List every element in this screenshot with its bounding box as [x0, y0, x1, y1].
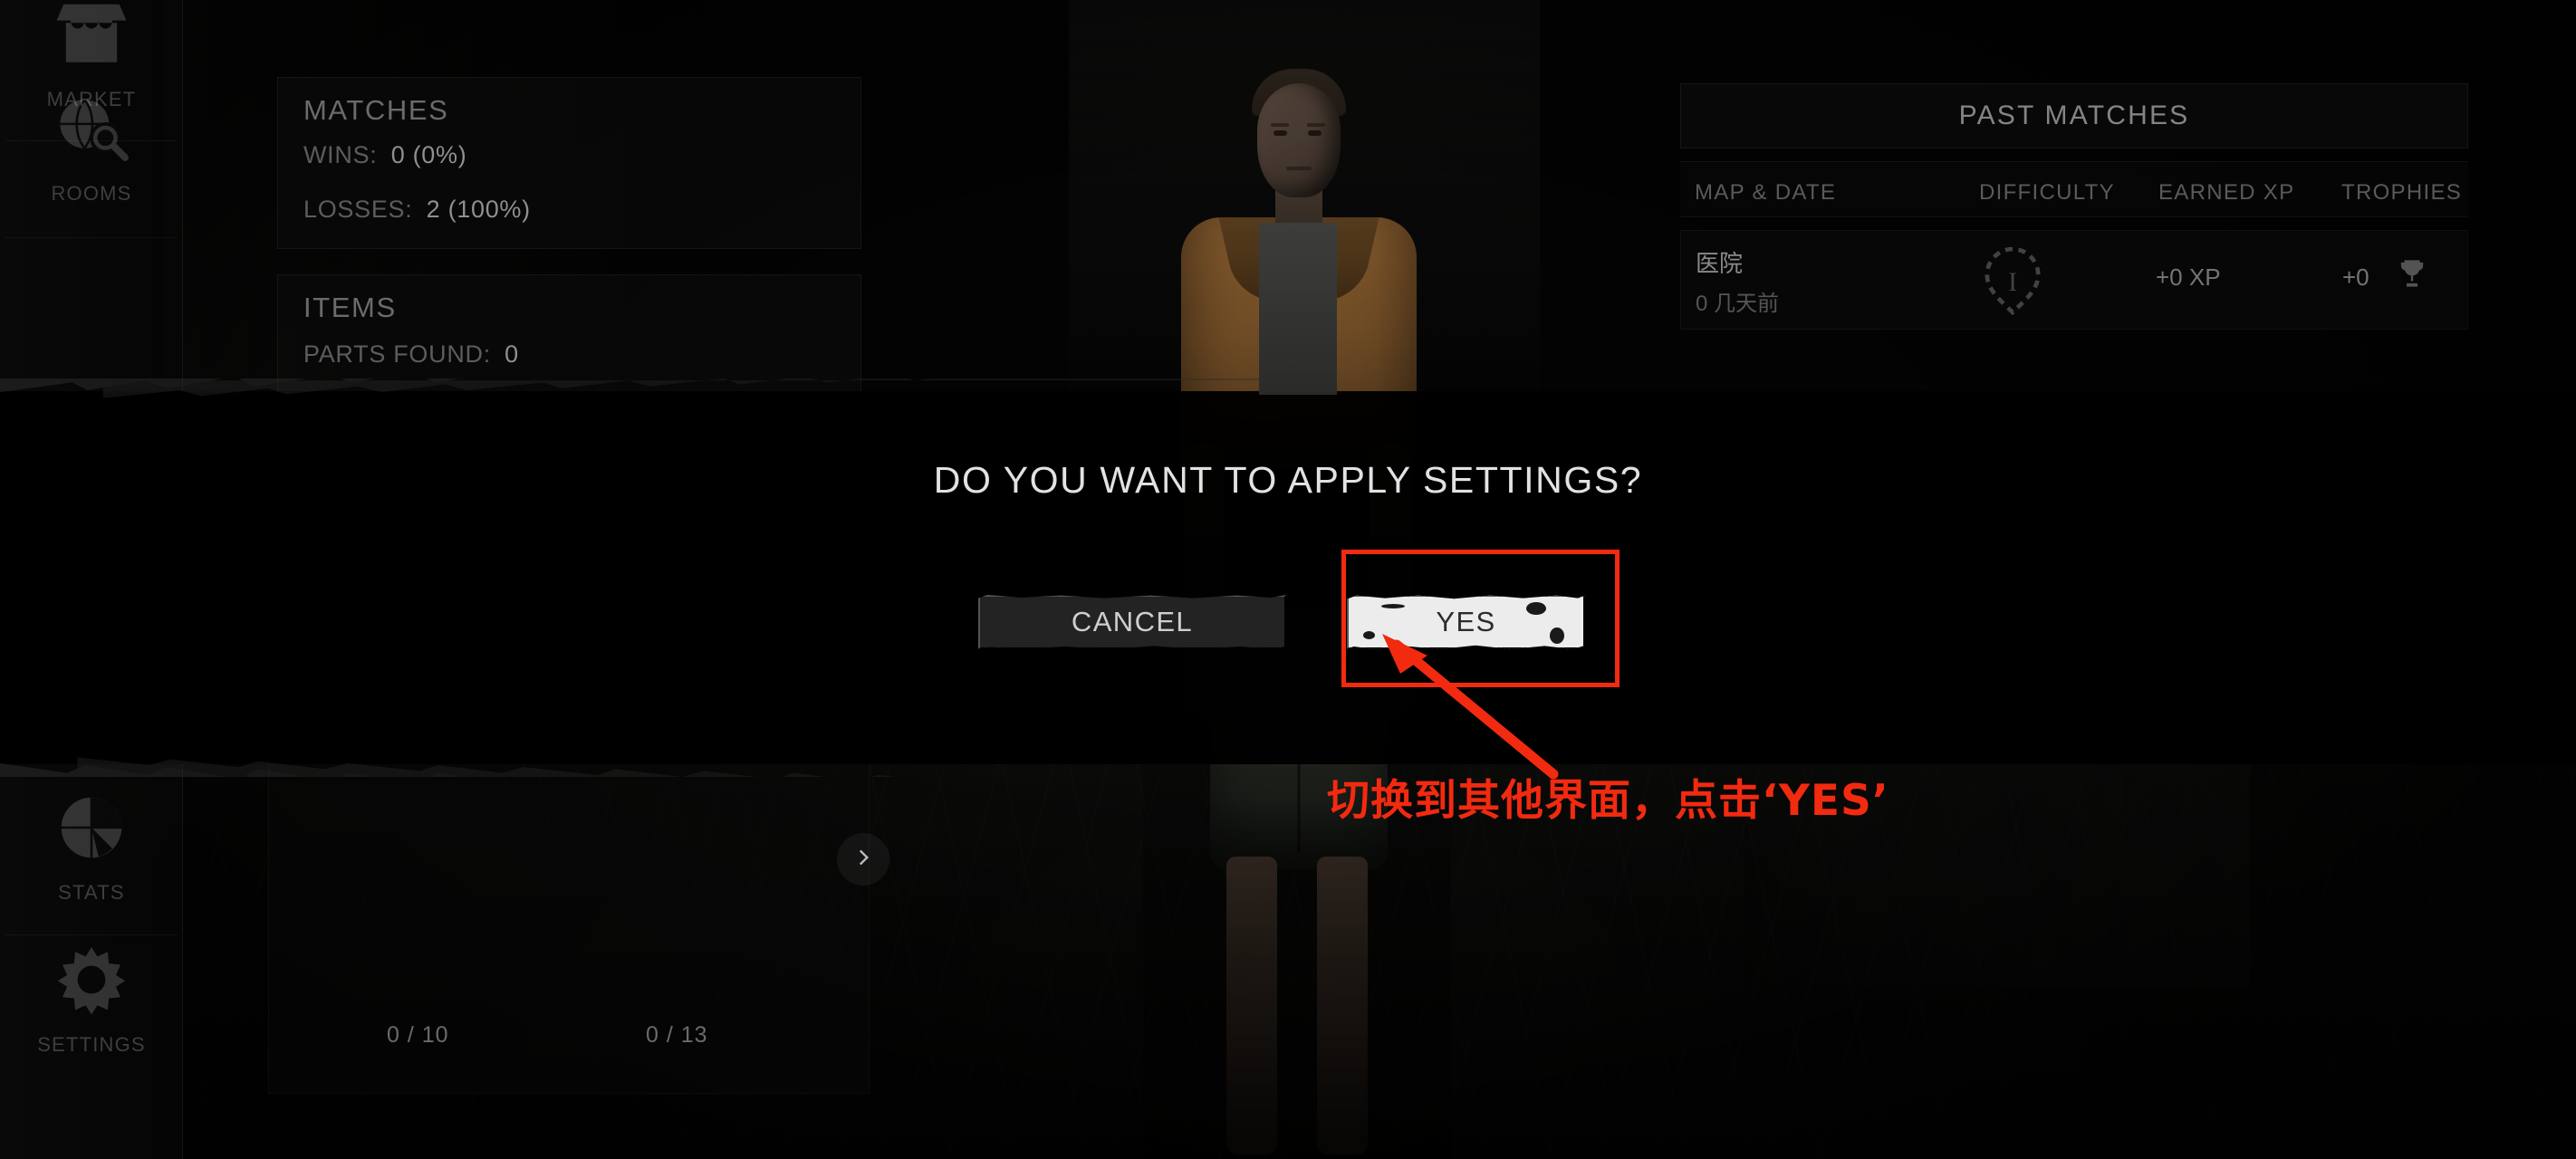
- sidebar-item-label: STATS: [58, 881, 125, 904]
- gear-icon: [54, 943, 129, 1017]
- globe-search-icon: [54, 91, 129, 166]
- dialog-title: DO YOU WANT TO APPLY SETTINGS?: [933, 459, 1643, 501]
- items-carousel-panel: 0 / 10 0 / 13: [268, 759, 870, 1094]
- sidebar-item-settings[interactable]: SETTINGS: [0, 905, 183, 1094]
- carousel-next-button[interactable]: [837, 833, 889, 886]
- matches-panel-title: MATCHES: [303, 94, 449, 126]
- parts-found-stat-row: PARTS FOUND: 0: [303, 340, 519, 369]
- character-shirt: [1259, 223, 1337, 395]
- column-header-difficulty: DIFFICULTY: [1979, 180, 2115, 205]
- column-header-trophies: TROPHIES: [2341, 180, 2463, 205]
- chevron-right-icon: [851, 846, 875, 874]
- past-matches-header: PAST MATCHES: [1680, 83, 2468, 148]
- past-matches-panel: PAST MATCHES MAP & DATE DIFFICULTY EARNE…: [1680, 83, 2468, 330]
- losses-label: LOSSES:: [303, 196, 413, 223]
- losses-value: 2 (100%): [426, 196, 531, 223]
- row-trophies: +0: [2342, 263, 2369, 291]
- items-stats-panel: ITEMS PARTS FOUND: 0: [277, 274, 861, 394]
- items-panel-title: ITEMS: [303, 292, 397, 323]
- annotation-instruction-text: 切换到其他界面，点击‘YES’: [1327, 776, 1889, 826]
- matches-stats-panel: MATCHES WINS: 0 (0%) LOSSES: 2 (100%): [277, 77, 861, 249]
- yes-button[interactable]: YES: [1347, 595, 1585, 649]
- table-row[interactable]: 医院 0 几天前 I +0 XP +0: [1680, 230, 2468, 330]
- grime-speck: [1550, 627, 1564, 644]
- row-map-date: 0 几天前: [1696, 292, 1780, 316]
- parts-found-value: 0: [505, 340, 519, 368]
- carousel-counter-a: 0 / 10: [387, 1022, 449, 1048]
- sidebar-item-label: SETTINGS: [37, 1033, 146, 1056]
- grime-speck: [1526, 602, 1546, 615]
- cancel-button[interactable]: CANCEL: [978, 595, 1286, 649]
- carousel-counter-b: 0 / 13: [646, 1022, 708, 1048]
- game-stats-screen: MARKET ROOMS STATS SETTINGS MATCHES WINS…: [0, 0, 2576, 1159]
- losses-stat-row: LOSSES: 2 (100%): [303, 196, 531, 224]
- sidebar-item-label: ROOMS: [51, 182, 132, 205]
- parts-found-label: PARTS FOUND:: [303, 340, 491, 368]
- column-header-earned-xp: EARNED XP: [2158, 180, 2295, 205]
- wins-stat-row: WINS: 0 (0%): [303, 141, 466, 169]
- yes-button-label: YES: [1436, 606, 1496, 637]
- wins-value: 0 (0%): [390, 141, 467, 168]
- row-earned-xp: +0 XP: [2156, 263, 2221, 291]
- apply-settings-dialog: DO YOU WANT TO APPLY SETTINGS?: [0, 378, 2576, 777]
- past-matches-title: PAST MATCHES: [1958, 101, 2190, 130]
- pie-chart-icon: [54, 790, 129, 865]
- svg-text:I: I: [2008, 268, 2017, 297]
- sidebar-item-rooms[interactable]: ROOMS: [0, 54, 183, 243]
- trophy-icon: [2398, 258, 2426, 289]
- sidebar-divider: [5, 237, 178, 238]
- difficulty-shield-icon: I: [1973, 242, 2052, 320]
- cancel-button-label: CANCEL: [1071, 606, 1194, 637]
- column-header-map-date: MAP & DATE: [1695, 180, 1837, 205]
- grime-speck: [1363, 631, 1375, 639]
- grime-speck: [1381, 604, 1405, 608]
- past-matches-column-headers: MAP & DATE DIFFICULTY EARNED XP TROPHIES: [1680, 161, 2468, 217]
- row-map-name: 医院: [1696, 250, 1744, 277]
- wins-label: WINS:: [303, 141, 378, 168]
